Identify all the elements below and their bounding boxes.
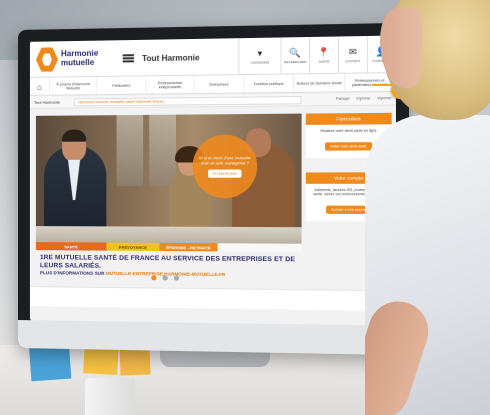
ribbon-prevoyance[interactable]: PRÉVOYANCE	[106, 242, 160, 252]
logo-hexagon-icon	[36, 47, 58, 71]
breadcrumb-field[interactable]: Harmonie mutuelle, Mutuelle santé Harmon…	[74, 96, 302, 107]
search-icon: 🔍	[289, 47, 302, 58]
hero-banner: Et si le choix d'une mutuelle était un a…	[35, 113, 302, 244]
logo-line2: mutuelle	[60, 57, 95, 68]
content-strip	[29, 286, 396, 312]
site-header: Harmonie mutuelle Tout Harmonie ▾ Choisi…	[29, 35, 396, 78]
header-choose-label: Choisissez	[250, 60, 270, 65]
main-nav: ⌂ À propos d'Harmonie Mutuelle Particuli…	[29, 73, 396, 96]
nav-item-social[interactable]: Acteurs du domaine social	[294, 73, 345, 92]
nav-item-about[interactable]: À propos d'Harmonie Mutuelle	[49, 76, 98, 95]
carousel-dot-1[interactable]	[151, 275, 157, 281]
mail-icon: ✉	[348, 46, 357, 58]
person-photo	[365, 0, 490, 415]
hero-person-head	[61, 131, 87, 162]
website-screen: Harmonie mutuelle Tout Harmonie ▾ Choisi…	[29, 35, 396, 326]
hero-bubble: Et si le choix d'une mutuelle était un a…	[192, 134, 258, 199]
share-link[interactable]: Partager	[336, 97, 350, 101]
header-contact-button[interactable]: ✉ Contact	[337, 36, 367, 74]
category-ribbon: SANTÉ PRÉVOYANCE ÉPARGNE - RETRAITE	[35, 242, 302, 253]
breadcrumb-bar: Tout Harmonie Harmonie mutuelle, Mutuell…	[29, 92, 396, 109]
nav-item-particuliers[interactable]: Particuliers	[97, 76, 147, 95]
main-menu-button[interactable]: Tout Harmonie	[122, 39, 200, 77]
header-contact-label: Contact	[345, 59, 361, 64]
nav-item-fonction-publique[interactable]: Fonction publique	[244, 74, 295, 93]
chevron-down-icon: ▾	[257, 48, 263, 59]
hamburger-icon	[122, 54, 134, 63]
hero-more-button[interactable]: En savoir plus	[207, 169, 242, 178]
nav-item-entreprises[interactable]: Entreprises	[194, 75, 245, 94]
hero-bubble-text: Et si le choix d'une mutuelle était un a…	[199, 155, 251, 166]
monitor: Harmonie mutuelle Tout Harmonie ▾ Choisi…	[18, 22, 410, 356]
header-sante-label: Santé	[318, 59, 330, 64]
hero-window	[149, 114, 177, 186]
ribbon-sante[interactable]: SANTÉ	[35, 242, 107, 251]
hero-table	[35, 226, 302, 244]
menu-label: Tout Harmonie	[142, 52, 200, 63]
ribbon-spacer	[217, 243, 302, 253]
breadcrumb[interactable]: Tout Harmonie	[34, 100, 60, 105]
carousel-dot-3[interactable]	[173, 275, 180, 281]
logo-text: Harmonie mutuelle	[61, 49, 98, 68]
carousel-dot-2[interactable]	[162, 275, 168, 281]
hero-window	[116, 114, 144, 186]
header-search-button[interactable]: 🔍 Rechercher	[280, 37, 310, 75]
ribbon-epargne[interactable]: ÉPARGNE - RETRAITE	[159, 242, 218, 252]
harmonie-logo[interactable]: Harmonie mutuelle	[36, 47, 109, 72]
header-sante-button[interactable]: 📍 Santé	[309, 36, 338, 75]
carousel-dots	[151, 275, 180, 281]
home-icon[interactable]: ⌂	[29, 77, 50, 96]
coffee-mug	[85, 378, 135, 415]
tagline-prefix: PLUS D'INFORMATIONS SUR	[39, 270, 106, 276]
header-search-label: Rechercher	[283, 59, 307, 65]
location-pin-icon: 📍	[317, 47, 330, 58]
header-choose-button[interactable]: ▾ Choisissez	[238, 37, 281, 76]
nav-item-professionnels[interactable]: Professionnels indépendants	[146, 75, 195, 94]
